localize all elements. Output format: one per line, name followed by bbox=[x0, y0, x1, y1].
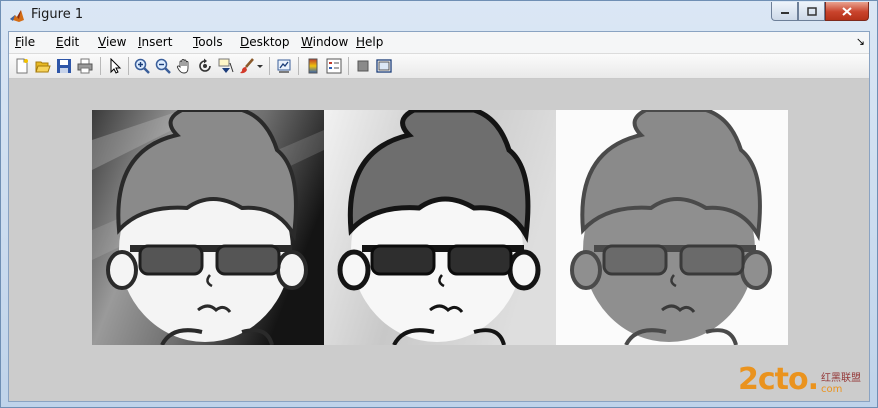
watermark-subtitle: 红黑联盟 bbox=[821, 373, 861, 384]
menu-tools-label: ools bbox=[198, 35, 223, 49]
menu-file-label: ile bbox=[21, 35, 36, 49]
watermark-dot: . bbox=[807, 362, 819, 397]
window-title: Figure 1 bbox=[31, 7, 84, 22]
brush-dropdown-icon[interactable] bbox=[255, 57, 265, 75]
menu-insert-label: nsert bbox=[141, 35, 173, 49]
watermark-main-text: 2cto bbox=[737, 362, 809, 397]
figure-window: Figure 1 File Edit View Insert Tools Des… bbox=[0, 0, 878, 408]
toolbar-separator bbox=[269, 57, 270, 75]
image-panel-original[interactable] bbox=[92, 110, 324, 345]
insert-colorbar-icon[interactable] bbox=[304, 57, 322, 75]
window-controls bbox=[771, 2, 869, 22]
close-button[interactable] bbox=[825, 2, 869, 21]
menu-help-label: elp bbox=[365, 35, 384, 49]
maximize-button[interactable] bbox=[798, 2, 825, 21]
new-figure-icon[interactable] bbox=[13, 57, 31, 75]
brush-icon[interactable] bbox=[238, 57, 256, 75]
menu-help[interactable]: Help bbox=[356, 35, 383, 49]
menu-view[interactable]: View bbox=[98, 35, 126, 49]
hide-plot-tools-icon[interactable] bbox=[354, 57, 372, 75]
menu-window-mnemonic: W bbox=[301, 35, 313, 49]
menu-bar: File Edit View Insert Tools Desktop Wind… bbox=[9, 32, 869, 54]
open-file-icon[interactable] bbox=[34, 57, 52, 75]
data-cursor-icon[interactable] bbox=[217, 57, 235, 75]
menu-view-mnemonic: V bbox=[98, 35, 106, 49]
menu-tools[interactable]: Tools bbox=[193, 35, 223, 49]
close-icon bbox=[842, 6, 852, 16]
rotate-3d-icon[interactable] bbox=[196, 57, 214, 75]
figure-client-area: File Edit View Insert Tools Desktop Wind… bbox=[8, 31, 870, 402]
watermark-logo: 2cto. bbox=[737, 362, 819, 397]
menu-window[interactable]: Window bbox=[301, 35, 348, 49]
save-icon[interactable] bbox=[55, 57, 73, 75]
print-icon[interactable] bbox=[76, 57, 94, 75]
menu-edit[interactable]: Edit bbox=[56, 35, 79, 49]
minimize-button[interactable] bbox=[771, 2, 798, 21]
title-bar[interactable]: Figure 1 bbox=[1, 1, 877, 31]
matlab-logo-icon bbox=[9, 8, 25, 24]
watermark: 2cto. 红黑联盟 com bbox=[737, 362, 861, 397]
pan-hand-icon[interactable] bbox=[175, 57, 193, 75]
edit-plot-arrow-icon[interactable] bbox=[106, 57, 124, 75]
menu-edit-mnemonic: E bbox=[56, 35, 64, 49]
figure-canvas[interactable]: 2cto. 红黑联盟 com bbox=[9, 79, 869, 401]
dock-arrow-icon[interactable]: ↘ bbox=[856, 35, 865, 48]
figure-toolbar bbox=[9, 54, 869, 79]
toolbar-separator bbox=[128, 57, 129, 75]
zoom-out-icon[interactable] bbox=[154, 57, 172, 75]
menu-desktop-mnemonic: D bbox=[240, 35, 250, 49]
menu-desktop-label: esktop bbox=[249, 35, 290, 49]
watermark-com: com bbox=[821, 384, 843, 395]
menu-view-label: iew bbox=[105, 35, 127, 49]
image-panel-filtered[interactable] bbox=[556, 110, 788, 345]
menu-window-label: indow bbox=[312, 35, 349, 49]
toolbar-separator bbox=[100, 57, 101, 75]
menu-edit-label: dit bbox=[63, 35, 80, 49]
menu-help-mnemonic: H bbox=[356, 35, 366, 49]
zoom-in-icon[interactable] bbox=[133, 57, 151, 75]
toolbar-separator bbox=[298, 57, 299, 75]
menu-file[interactable]: File bbox=[15, 35, 35, 49]
menu-insert[interactable]: Insert bbox=[138, 35, 172, 49]
menu-desktop[interactable]: Desktop bbox=[240, 35, 290, 49]
image-panel-equalized[interactable] bbox=[324, 110, 556, 345]
watermark-side: 红黑联盟 com bbox=[821, 373, 861, 395]
link-plot-icon[interactable] bbox=[275, 57, 293, 75]
minimize-icon bbox=[780, 12, 789, 14]
show-plot-tools-icon[interactable] bbox=[375, 57, 393, 75]
maximize-icon bbox=[806, 6, 817, 16]
toolbar-separator bbox=[348, 57, 349, 75]
insert-legend-icon[interactable] bbox=[325, 57, 343, 75]
